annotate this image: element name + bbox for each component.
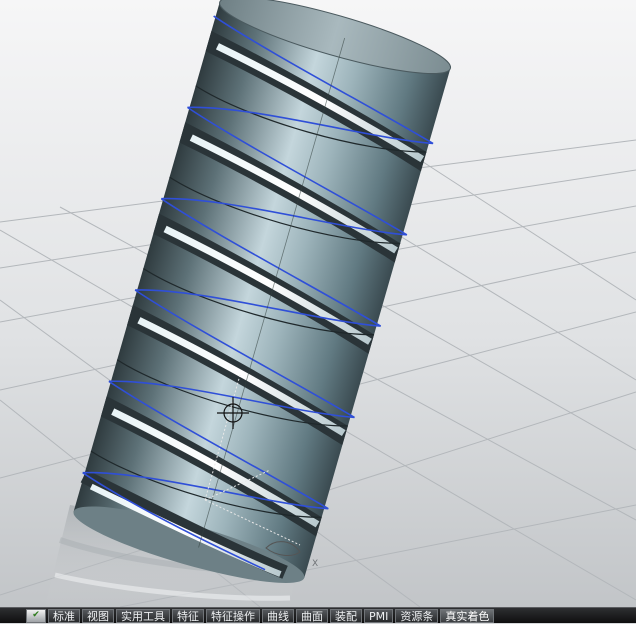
tab-feature-operation[interactable]: 特征操作: [206, 608, 260, 623]
nx-app-icon[interactable]: ✔: [26, 608, 46, 623]
resource-toolbar: ✔ 标准 视图 实用工具 特征 特征操作 曲线 曲面 装配 PMI 资源条 真实…: [0, 607, 636, 623]
tab-standard[interactable]: 标准: [48, 608, 80, 623]
tab-utilities[interactable]: 实用工具: [116, 608, 170, 623]
graphics-viewport[interactable]: X: [0, 0, 636, 607]
tab-resource-bar[interactable]: 资源条: [395, 608, 439, 623]
model-view-canvas: X: [0, 0, 636, 607]
axis-x-label: X: [312, 559, 318, 569]
tab-view[interactable]: 视图: [82, 608, 114, 623]
tab-true-shading[interactable]: 真实着色: [440, 608, 495, 623]
tab-surface[interactable]: 曲面: [296, 608, 328, 623]
tab-curve[interactable]: 曲线: [262, 608, 294, 623]
tab-pmi[interactable]: PMI: [364, 608, 394, 623]
tab-assembly[interactable]: 装配: [330, 608, 362, 623]
tab-feature[interactable]: 特征: [172, 608, 204, 623]
